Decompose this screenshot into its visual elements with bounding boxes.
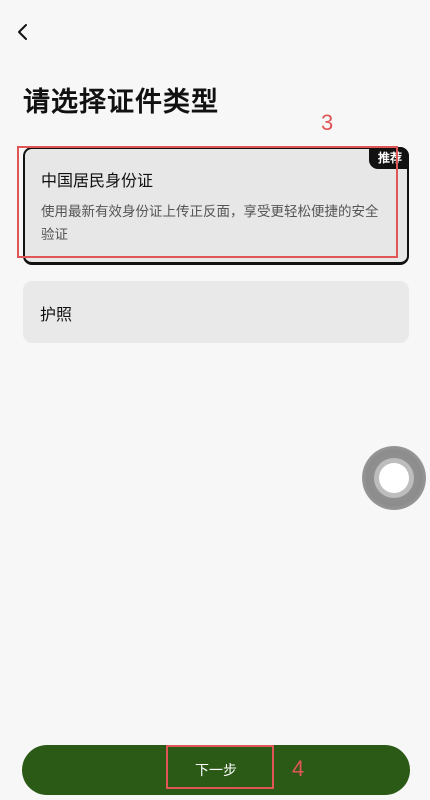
- option-passport-title: 护照: [40, 305, 73, 324]
- option-id-card-description: 使用最新有效身份证上传正反面，享受更轻松便捷的安全验证: [41, 204, 379, 243]
- annotation-number-next: 4: [292, 756, 305, 781]
- option-id-card-title: 中国居民身份证: [41, 171, 154, 190]
- assistive-touch-icon: [374, 458, 414, 498]
- option-id-card[interactable]: 中国居民身份证 使用最新有效身份证上传正反面，享受更轻松便捷的安全验证 推荐: [23, 147, 409, 265]
- back-button[interactable]: [10, 18, 36, 46]
- page-title: 请选择证件类型: [23, 87, 219, 118]
- recommended-badge: 推荐: [368, 147, 409, 169]
- chevron-left-icon: [18, 24, 27, 40]
- next-step-button[interactable]: 下一步: [22, 745, 410, 795]
- option-passport[interactable]: 护照: [23, 281, 409, 343]
- floating-assistive-ball[interactable]: [362, 446, 426, 510]
- next-step-label: 下一步: [195, 763, 237, 779]
- annotation-number-option: 3: [321, 110, 334, 135]
